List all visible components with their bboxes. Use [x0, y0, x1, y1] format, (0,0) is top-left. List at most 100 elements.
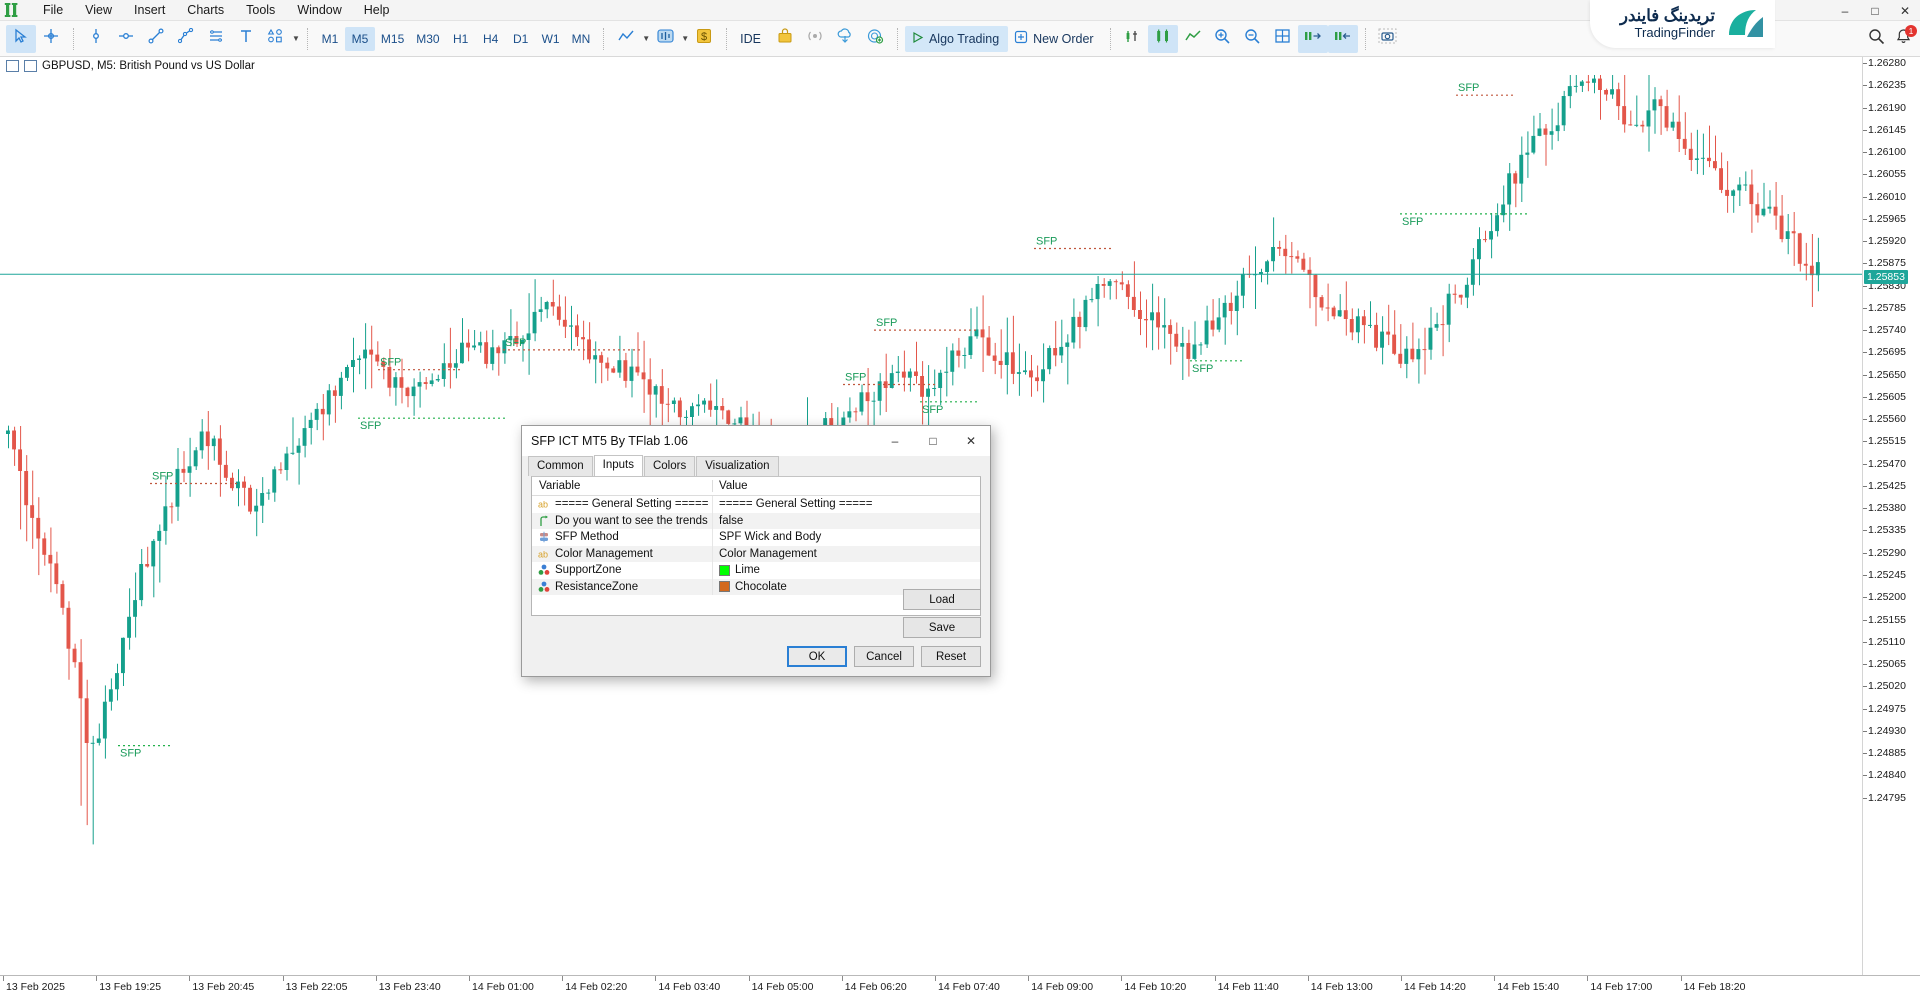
- table-row[interactable]: ab===== General Setting ========== Gener…: [532, 496, 980, 513]
- briefcase-icon: [777, 28, 793, 49]
- algo-trading-button[interactable]: Algo Trading: [905, 26, 1008, 52]
- time-label: 13 Feb 2025: [6, 981, 65, 993]
- price-axis[interactable]: 1.262801.262351.261901.261451.261001.260…: [1862, 57, 1920, 975]
- dialog-minimize-button[interactable]: –: [876, 426, 914, 456]
- autoscroll-button[interactable]: [1178, 25, 1208, 53]
- price-label: 1.26055: [1868, 168, 1906, 180]
- save-button[interactable]: Save: [903, 617, 981, 638]
- row-value-cell[interactable]: SPF Wick and Body: [712, 529, 980, 546]
- cursor-tool-button[interactable]: [6, 25, 36, 53]
- table-row[interactable]: Do you want to see the trendsfalse: [532, 513, 980, 530]
- vertical-line-tool-button[interactable]: [81, 25, 111, 53]
- signals-button[interactable]: [800, 25, 830, 53]
- tab-common[interactable]: Common: [528, 456, 593, 476]
- price-label: 1.25245: [1868, 569, 1906, 581]
- channel-tool-button[interactable]: [201, 25, 231, 53]
- grid-button[interactable]: [1268, 25, 1298, 53]
- time-label: 14 Feb 18:20: [1684, 981, 1746, 993]
- market-button[interactable]: [770, 25, 800, 53]
- timeframe-m15[interactable]: M15: [375, 27, 410, 51]
- notification-icon[interactable]: 1: [1895, 28, 1912, 50]
- row-value-cell[interactable]: false: [712, 513, 980, 530]
- row-value-cell[interactable]: Color Management: [712, 546, 980, 563]
- indicators-button[interactable]: [1118, 25, 1148, 53]
- price-label: 1.25425: [1868, 480, 1906, 492]
- cloud-protect-button[interactable]: [860, 25, 890, 53]
- zoom-out-button[interactable]: [1238, 25, 1268, 53]
- table-row[interactable]: SFP MethodSPF Wick and Body: [532, 529, 980, 546]
- horizontal-line-tool-button[interactable]: [111, 25, 141, 53]
- tab-inputs[interactable]: Inputs: [594, 455, 643, 476]
- time-axis[interactable]: 13 Feb 202513 Feb 19:2513 Feb 20:4513 Fe…: [0, 975, 1920, 996]
- line-chart-button[interactable]: [611, 25, 641, 53]
- menu-item-help[interactable]: Help: [353, 1, 401, 19]
- timeframe-h1[interactable]: H1: [446, 27, 476, 51]
- menu-item-tools[interactable]: Tools: [235, 1, 286, 19]
- price-tick: [1863, 709, 1867, 710]
- dialog-close-button[interactable]: ✕: [952, 426, 990, 456]
- dialog-footer-buttons: OK Cancel Reset: [787, 646, 981, 667]
- ide-button[interactable]: IDE: [734, 26, 770, 52]
- row-value-cell[interactable]: Lime: [712, 562, 980, 579]
- menu-item-charts[interactable]: Charts: [176, 1, 235, 19]
- window-minimize-button[interactable]: –: [1830, 0, 1860, 21]
- menu-item-insert[interactable]: Insert: [123, 1, 176, 19]
- shift-left-button[interactable]: [1328, 25, 1358, 53]
- crosshair-tool-button[interactable]: [36, 25, 66, 53]
- tab-visualization[interactable]: Visualization: [696, 456, 778, 476]
- timeframe-w1[interactable]: W1: [536, 27, 566, 51]
- reset-button[interactable]: Reset: [921, 646, 981, 667]
- ok-button[interactable]: OK: [787, 646, 847, 667]
- timeframe-m30[interactable]: M30: [410, 27, 445, 51]
- shift-right-icon: [1303, 28, 1322, 49]
- window-close-button[interactable]: ✕: [1890, 0, 1920, 21]
- polyline-tool-button[interactable]: [171, 25, 201, 53]
- timeframe-d1[interactable]: D1: [506, 27, 536, 51]
- candle-chart-button[interactable]: [650, 25, 680, 53]
- new-order-button[interactable]: New Order: [1008, 26, 1102, 52]
- tab-colors[interactable]: Colors: [644, 456, 695, 476]
- indicator-settings-dialog[interactable]: SFP ICT MT5 By TFlab 1.06 – □ ✕ Common I…: [521, 425, 991, 677]
- time-tick: [935, 976, 936, 981]
- table-row[interactable]: abColor ManagementColor Management: [532, 546, 980, 563]
- line-chart-dropdown-arrow-icon[interactable]: ▼: [642, 34, 650, 43]
- price-tick: [1863, 530, 1867, 531]
- timeframe-m5[interactable]: M5: [345, 27, 375, 51]
- dialog-maximize-button[interactable]: □: [914, 426, 952, 456]
- objects-button[interactable]: [1148, 25, 1178, 53]
- vps-button[interactable]: [830, 25, 860, 53]
- price-label: 1.26190: [1868, 102, 1906, 114]
- cancel-button[interactable]: Cancel: [854, 646, 914, 667]
- menu-item-file[interactable]: File: [32, 1, 74, 19]
- text-tool-button[interactable]: [231, 25, 261, 53]
- timeframe-m1[interactable]: M1: [315, 27, 345, 51]
- row-value-label: false: [719, 515, 743, 527]
- svg-text:SFP: SFP: [1458, 82, 1479, 94]
- row-value-cell[interactable]: ===== General Setting =====: [712, 496, 980, 513]
- candle-chart-dropdown-arrow-icon[interactable]: ▼: [681, 34, 689, 43]
- price-tick: [1863, 197, 1867, 198]
- window-maximize-button[interactable]: □: [1860, 0, 1890, 21]
- price-tick: [1863, 441, 1867, 442]
- menu-item-view[interactable]: View: [74, 1, 123, 19]
- timeframe-h4[interactable]: H4: [476, 27, 506, 51]
- price-tick: [1863, 686, 1867, 687]
- timeframe-mn[interactable]: MN: [566, 27, 597, 51]
- row-variable-cell: ab===== General Setting =====: [532, 498, 712, 510]
- method-icon: [538, 531, 550, 543]
- shift-right-button[interactable]: [1298, 25, 1328, 53]
- zoom-in-button[interactable]: [1208, 25, 1238, 53]
- load-button[interactable]: Load: [903, 589, 981, 610]
- shapes-tool-button[interactable]: [261, 25, 291, 53]
- shapes-dropdown-arrow-icon[interactable]: ▼: [292, 34, 300, 43]
- dialog-title-bar[interactable]: SFP ICT MT5 By TFlab 1.06 – □ ✕: [522, 426, 990, 456]
- trendline-tool-button[interactable]: [141, 25, 171, 53]
- table-row[interactable]: SupportZoneLime: [532, 562, 980, 579]
- screenshot-button[interactable]: [1373, 25, 1403, 53]
- svg-text:SFP: SFP: [1036, 236, 1057, 248]
- menu-item-window[interactable]: Window: [286, 1, 352, 19]
- search-icon[interactable]: [1868, 28, 1885, 50]
- dialog-title: SFP ICT MT5 By TFlab 1.06: [531, 434, 688, 448]
- price-tick: [1863, 308, 1867, 309]
- currency-button[interactable]: $: [689, 25, 719, 53]
